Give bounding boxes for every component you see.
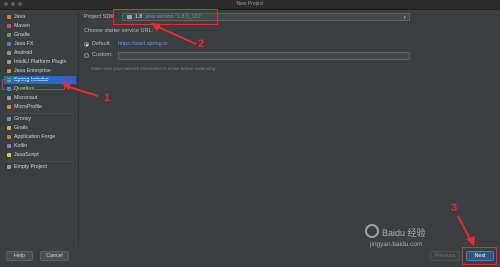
grails-icon [7,126,11,130]
sidebar-item-label: Application Forge [14,134,56,140]
annotation-arrow-three [457,215,475,246]
sidebar-item-java[interactable]: Java [4,13,76,21]
gradle-icon [7,33,11,37]
sidebar-item-label: Maven [14,23,30,29]
sidebar-item-maven[interactable]: Maven [4,22,76,30]
android-icon [7,51,11,55]
microprofile-icon [7,105,11,109]
project-type-list: Java Maven Gradle Java FX Android Intell… [2,11,79,247]
sidebar-item-label: Groovy [14,116,32,122]
sidebar-item-javascript[interactable]: JavaScript [4,151,76,159]
sidebar-item-groovy[interactable]: Groovy [4,115,76,123]
javascript-icon [7,153,11,157]
sidebar-item-label: Empty Project [14,164,47,170]
annotation-highlight-spring [2,79,65,90]
annotation-number-three: 3 [451,202,458,214]
plugin-icon [7,60,11,64]
sidebar-item-intellij-plugin[interactable]: IntelliJ Platform Plugin [4,58,76,66]
sidebar-item-kotlin[interactable]: Kotlin [4,142,76,150]
annotation-highlight-next [462,247,497,265]
maven-icon [7,24,11,28]
sidebar-item-label: Kotlin [14,143,28,149]
javafx-icon [7,42,11,46]
sidebar-item-microprofile[interactable]: MicroProfile [4,103,76,111]
sidebar-item-label: Java FX [14,41,34,47]
project-sdk-label: Project SDK: [84,14,116,20]
sidebar-item-android[interactable]: Android [4,49,76,57]
annotation-arrow-two [151,23,197,45]
sidebar-item-label: Gradle [14,32,30,38]
sidebar-item-label: Grails [14,125,28,131]
micronaut-icon [7,96,11,100]
starter-url-label: Choose starter service URL: [84,28,154,34]
chevron-down-icon: ▾ [403,15,406,21]
baidu-paw-logo [365,224,379,238]
sidebar-item-gradle[interactable]: Gradle [4,31,76,39]
default-url-label: Default: [92,41,111,47]
annotation-number-one: 1 [104,92,111,104]
sidebar-divider [4,161,74,162]
help-button[interactable]: Help [6,251,33,261]
cancel-button[interactable]: Cancel [40,251,69,261]
java-enterprise-icon [7,69,11,73]
sidebar-item-application-forge[interactable]: Application Forge [4,133,76,141]
custom-url-field[interactable] [118,52,410,60]
sidebar-item-empty-project[interactable]: Empty Project [4,163,76,171]
sidebar-item-label: JavaScript [14,152,39,158]
sidebar-item-java-enterprise[interactable]: Java Enterprise [4,67,76,75]
default-url-radio[interactable] [84,42,89,47]
spring-initializr-panel: Project SDK: 1.8 java version "1.8.0_131… [80,11,498,247]
previous-button[interactable]: Previous [430,251,460,261]
annotation-arrow-one [62,83,99,97]
groovy-icon [7,117,11,121]
sidebar-item-label: Android [14,50,33,56]
network-hint: Make sure your network connection is act… [91,66,217,71]
custom-url-radio[interactable] [84,53,89,58]
title-bar: New Project [0,0,500,10]
sidebar-item-label: IntelliJ Platform Plugin [14,59,67,65]
custom-url-label: Custom: [92,52,113,58]
sidebar-item-label: Java [14,14,26,20]
empty-project-icon [7,165,11,169]
sidebar-item-label: MicroProfile [14,104,42,110]
watermark-brand: Baidu 经验 [382,228,426,238]
kotlin-icon [7,144,11,148]
annotation-number-two: 2 [198,38,205,50]
sidebar-item-javafx[interactable]: Java FX [4,40,76,48]
sidebar-divider [4,113,74,114]
forge-icon [7,135,11,139]
watermark-url: jingyan.baidu.com [370,241,423,248]
sidebar-item-grails[interactable]: Grails [4,124,76,132]
dialog-footer: Help Cancel Previous Next [0,248,500,267]
window-title: New Project [236,1,264,7]
java-icon [7,15,11,19]
sidebar-item-label: Java Enterprise [14,68,51,74]
sidebar-item-label: Micronaut [14,95,38,101]
